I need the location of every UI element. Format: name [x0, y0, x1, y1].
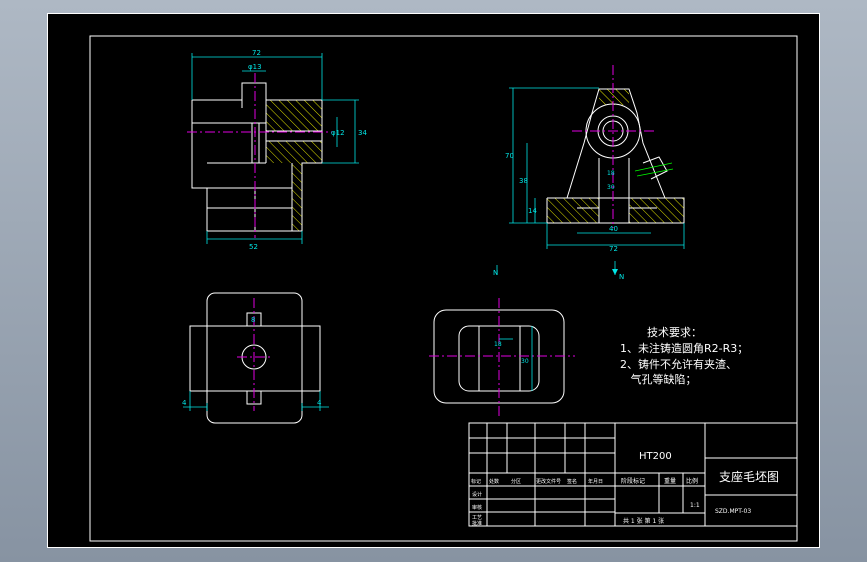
tech-requirements: 技术要求： 1、未注铸造圆角R2-R3； 2、铸件不允许有夹渣、 气孔等缺陷； — [620, 326, 748, 386]
dim-side-height-small: 14 — [528, 207, 537, 215]
weight-label: 重量 — [664, 477, 676, 485]
row-label-approve: 批准 — [472, 520, 482, 527]
rev-label-date: 年月日 — [588, 478, 603, 485]
dim-front-right-a: φ12 — [331, 129, 345, 137]
view-mark-b: N — [619, 273, 624, 281]
row-label-review: 审核 — [472, 504, 482, 511]
tech-item-2: 2、铸件不允许有夹渣、 — [620, 357, 737, 371]
scale-label: 比例 — [686, 477, 698, 485]
cad-viewport[interactable]: 72 φ13 52 φ12 34 70 38 14 40 72 18 30 N … — [47, 13, 820, 548]
material-label: HT200 — [639, 451, 672, 462]
dim-small-b: 30 — [607, 184, 615, 191]
tech-item-3: 气孔等缺陷； — [620, 372, 697, 386]
dim-front-hole: φ13 — [248, 63, 262, 71]
stage-label: 阶段标记 — [621, 477, 645, 485]
dim-plan-hole: 8 — [251, 316, 255, 324]
dim-front-top: 72 — [252, 49, 261, 57]
front-section-view: 72 φ13 52 φ12 34 — [187, 49, 367, 251]
drawing-number: SZD.MPT-03 — [715, 508, 751, 515]
drawing-name: 支座毛坯图 — [719, 469, 779, 484]
row-label-design: 设计 — [472, 491, 482, 498]
rev-label-count: 处数 — [489, 478, 499, 485]
dim-plan-right: 4 — [317, 399, 322, 407]
top-view: 8 4 4 — [182, 292, 329, 424]
inner-frame — [89, 35, 798, 542]
dim-front-right-b: 34 — [358, 129, 367, 137]
outer-frame — [47, 13, 820, 548]
side-view: 70 38 14 40 72 18 30 N N — [493, 65, 685, 281]
title-block: HT200 支座毛坯图 SZD.MPT-03 1:1 阶段标记 重量 比例 共 … — [468, 422, 798, 527]
rev-label-sign: 签名 — [567, 478, 577, 485]
dim-side-bottom-inner: 40 — [609, 225, 618, 233]
dim-side-bottom-total: 72 — [609, 245, 618, 253]
dim-front-bottom: 52 — [249, 243, 258, 251]
dim-side-height-mid: 38 — [519, 177, 528, 185]
tech-item-1: 1、未注铸造圆角R2-R3； — [620, 341, 748, 355]
dim-bottom-b: 30 — [521, 358, 529, 365]
rev-label-zone: 分区 — [511, 478, 521, 485]
scale-value: 1:1 — [690, 502, 700, 509]
sheet-label: 共 1 张 第 1 张 — [623, 517, 664, 525]
tech-heading: 技术要求： — [647, 326, 702, 339]
bottom-view: 18 30 — [429, 298, 575, 418]
dim-bottom-a: 18 — [494, 341, 502, 348]
drawing-sheet: 72 φ13 52 φ12 34 70 38 14 40 72 18 30 N … — [47, 13, 820, 548]
dim-side-height-total: 70 — [505, 152, 514, 160]
dim-small-a: 18 — [607, 170, 615, 177]
dim-plan-left: 4 — [182, 399, 187, 407]
rev-label-mark: 标记 — [471, 478, 481, 485]
view-mark-a: N — [493, 269, 498, 277]
rev-label-doc: 更改文件号 — [536, 478, 561, 485]
